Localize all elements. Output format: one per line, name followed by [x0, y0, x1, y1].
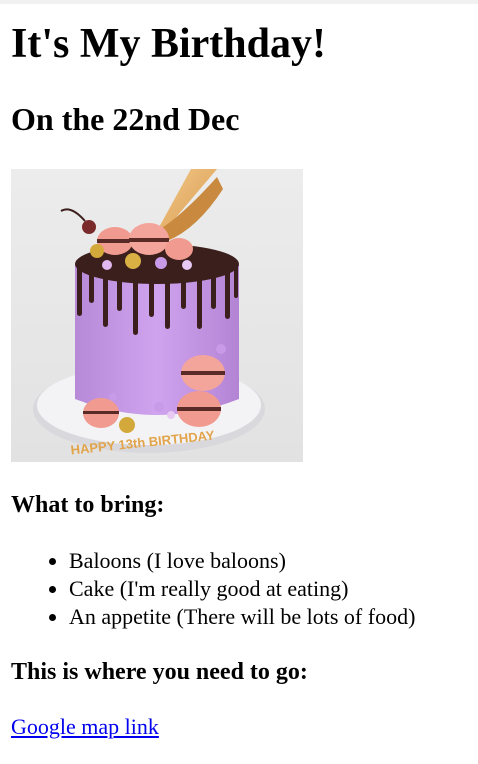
- bring-list: Baloons (I love baloons) Cake (I'm reall…: [11, 547, 415, 631]
- list-item-text: Cake (I'm really good at eating): [69, 576, 349, 601]
- browser-top-edge: [0, 0, 478, 4]
- directions-heading: This is where you need to go:: [11, 659, 308, 685]
- page-subtitle: On the 22nd Dec: [11, 101, 240, 137]
- bullet-icon: [49, 586, 56, 593]
- list-item-text: An appetite (There will be lots of food): [69, 604, 416, 629]
- birthday-cake-image: HAPPY 13th BIRTHDAY: [11, 169, 303, 462]
- list-item: An appetite (There will be lots of food): [49, 603, 416, 631]
- list-item-text: Baloons (I love baloons): [69, 548, 286, 573]
- bullet-icon: [49, 558, 56, 565]
- google-map-link[interactable]: Google map link: [11, 713, 159, 741]
- bring-heading: What to bring:: [11, 492, 165, 518]
- list-item: Cake (I'm really good at eating): [49, 575, 415, 603]
- page-title: It's My Birthday!: [11, 21, 326, 67]
- bullet-icon: [49, 614, 56, 621]
- list-item: Baloons (I love baloons): [49, 547, 415, 575]
